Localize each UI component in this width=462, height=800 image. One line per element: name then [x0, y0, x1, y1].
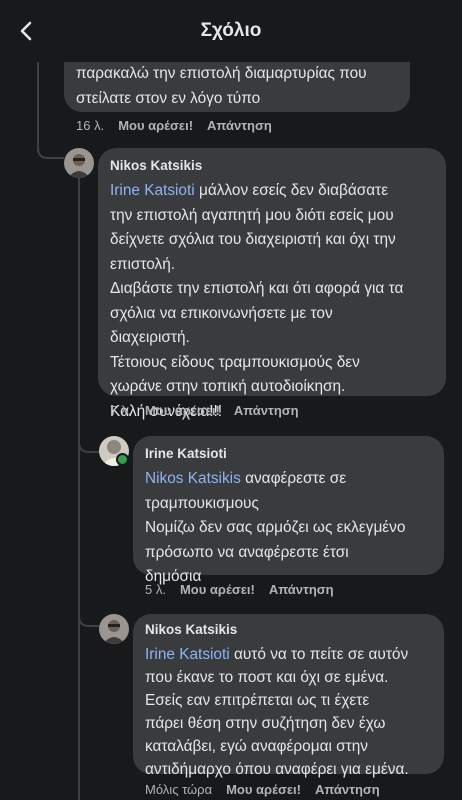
comment-text-line: δείχνετε σχόλια του διαχειριστή και όχι …	[110, 231, 396, 248]
comment-actions: Μόλις τώρα Μου αρέσει! Απάντηση	[145, 782, 380, 797]
comment-text-line: στείλατε στον εν λόγο τύπο	[76, 89, 261, 107]
comment-bubble: Irine Katsioti Nikos Katsikis αναφέρεστε…	[133, 436, 444, 585]
comment-text-line: Τέτοιους είδους τραμπουκισμούς δεν	[110, 353, 360, 371]
comment-author[interactable]: Nikos Katsikis	[145, 622, 430, 637]
avatar[interactable]	[64, 148, 94, 178]
top-bar: Σχόλιο	[0, 0, 462, 62]
comment-author[interactable]: Nikos Katsikis	[110, 158, 432, 173]
comment-text-line: καταλάβει, εγώ αναφέρομαι στην	[145, 738, 368, 755]
back-arrow-icon[interactable]	[16, 20, 38, 42]
comment-text-line: την επιστολή αγαπητή μου διότι εσείς μου	[110, 206, 394, 224]
comment-actions: 5 λ. Μου αρέσει! Απάντηση	[145, 582, 334, 597]
comment-text-line: διαχειριστή.	[110, 329, 190, 346]
comment-actions: 16 λ. Μου αρέσει! Απάντηση	[76, 118, 272, 133]
comment-text-line: Διαβάστε την επιστολή και ότι αφορά για …	[110, 280, 404, 297]
comment-time: 5 λ.	[145, 582, 166, 597]
comment-author[interactable]: Irine Katsioti	[145, 446, 430, 461]
comment-bubble: Nikos Katsikis Irine Katsioti μάλλον εσε…	[98, 148, 446, 420]
reply-button[interactable]: Απάντηση	[207, 118, 272, 133]
comment-text-line: χωράνε στην τοπική αυτοδιοίκηση.	[110, 378, 346, 395]
comment-text: μάλλον εσείς δεν διαβάσατε	[194, 182, 389, 199]
thread-connector	[37, 130, 64, 159]
comment-text-line: τραμπουκισμους	[145, 494, 259, 512]
page-title: Σχόλιο	[200, 20, 262, 41]
mention-link[interactable]: Nikos Katsikis	[145, 470, 241, 487]
comment-text-line: επιστολή.	[110, 255, 176, 273]
like-button[interactable]: Μου αρέσει!	[226, 782, 301, 797]
comment-actions: 7 λ. Μου αρέσει! Απάντηση	[110, 403, 299, 418]
like-button[interactable]: Μου αρέσει!	[145, 403, 220, 418]
avatar[interactable]	[99, 614, 129, 644]
comment-text-line: πρόσωπο να αναφέρεστε έτσι	[145, 543, 349, 561]
like-button[interactable]: Μου αρέσει!	[180, 582, 255, 597]
reply-button[interactable]: Απάντηση	[315, 782, 380, 797]
comment-text-line: που έκανε το ποστ και όχι σε εμένα.	[145, 669, 389, 686]
comment-text-line: αντιδήμαρχο όπου αναφέρει για εμένα.	[145, 761, 409, 778]
mention-link[interactable]: Irine Katsioti	[145, 646, 230, 663]
comment-text-line: σχόλια να επικοινωνήσετε με τον	[110, 304, 333, 322]
comment-time: 7 λ.	[110, 403, 131, 418]
comment-text: αναφέρεστε σε	[240, 470, 347, 487]
comment-text-line: παρακαλώ την επιστολή διαμαρτυρίας που	[76, 65, 367, 82]
like-button[interactable]: Μου αρέσει!	[118, 118, 193, 133]
comment-time: 16 λ.	[76, 118, 105, 133]
comment-text: αυτό να το πείτε σε αυτόν	[229, 646, 409, 663]
comment-text-line: πάρει θέση στην συζήτηση δεν έχω	[145, 715, 386, 732]
comment-time: Μόλις τώρα	[145, 782, 213, 797]
comment-text-line: Εσείς εαν επιτρέπεται ως τι έχετε	[145, 692, 370, 709]
online-status-icon	[116, 453, 129, 466]
reply-button[interactable]: Απάντηση	[269, 582, 334, 597]
comment-bubble: Nikos Katsikis Irine Katsioti αυτό να το…	[133, 614, 444, 778]
comment-text-line: Νομίζω δεν σας αρμόζει ως εκλεγμένο	[145, 519, 406, 536]
reply-button[interactable]: Απάντηση	[234, 403, 299, 418]
thread-line	[78, 178, 80, 800]
mention-link[interactable]: Irine Katsioti	[110, 182, 195, 199]
